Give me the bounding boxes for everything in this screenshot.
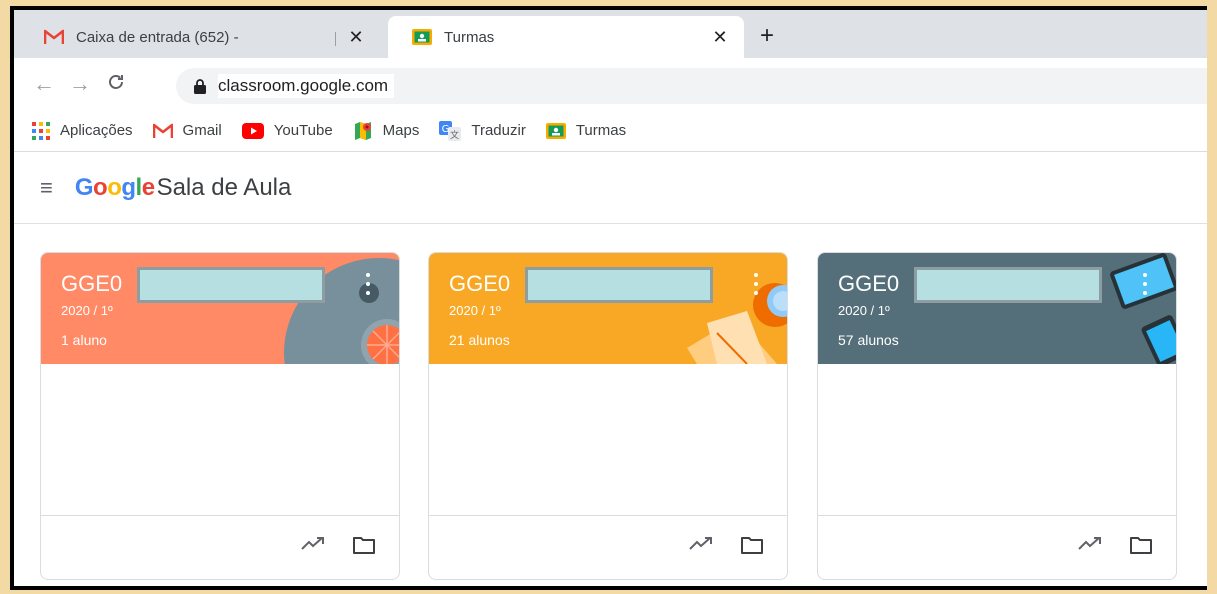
class-card-footer <box>429 515 787 579</box>
redaction-box <box>525 267 713 303</box>
class-card-footer <box>818 515 1176 579</box>
bookmark-maps[interactable]: Maps <box>353 121 420 141</box>
close-tab-button[interactable]: ✕ <box>346 27 366 48</box>
student-count: 1 aluno <box>61 332 107 348</box>
class-name[interactable]: GGE0 <box>61 271 122 297</box>
student-count: 57 alunos <box>838 332 899 348</box>
bookmark-youtube[interactable]: YouTube <box>241 122 333 139</box>
class-card[interactable]: GGE0 2020 / 1º 21 alunos <box>428 252 788 580</box>
bookmark-label: Aplicações <box>60 122 133 139</box>
logo-letter: g <box>121 173 136 201</box>
tab-title: Caixa de entrada (652) - <box>76 28 239 46</box>
class-name[interactable]: GGE0 <box>449 271 510 297</box>
browser-window: Caixa de entrada (652) - ✕ Turmas ✕ + ← … <box>14 10 1207 586</box>
bookmark-label: Gmail <box>182 122 222 139</box>
trending-up-icon[interactable] <box>301 536 325 557</box>
google-logo[interactable]: Google <box>75 174 155 202</box>
classroom-header: ≡ Google Sala de Aula <box>14 152 1207 224</box>
bookmark-label: Maps <box>382 122 420 139</box>
url-text: classroom.google.com <box>218 74 395 98</box>
bookmark-label: Traduzir <box>471 122 526 139</box>
logo-letter: o <box>93 173 108 201</box>
more-options-icon[interactable] <box>751 273 761 295</box>
maps-icon <box>353 121 373 141</box>
logo-letter: G <box>74 173 94 201</box>
class-name[interactable]: GGE0 <box>838 271 899 297</box>
apps-grid-icon <box>32 121 50 140</box>
tab-gmail[interactable]: Caixa de entrada (652) - ✕ <box>20 16 380 58</box>
svg-text:G: G <box>442 124 450 135</box>
tab-separator <box>335 32 336 46</box>
class-card-banner[interactable]: GGE0 2020 / 1º 1 aluno <box>41 253 399 364</box>
app-name: Sala de Aula <box>156 173 292 201</box>
svg-text:文: 文 <box>450 129 459 141</box>
classroom-icon <box>545 122 566 139</box>
class-card-banner[interactable]: GGE0 2020 / 1º 21 alunos <box>429 253 787 364</box>
bookmarks-bar: Aplicações Gmail YouTube Maps G文 Traduzi… <box>14 110 1207 152</box>
folder-icon[interactable] <box>1130 536 1152 559</box>
folder-icon[interactable] <box>353 536 375 559</box>
logo-letter: o <box>107 173 122 201</box>
reload-button[interactable] <box>98 71 134 97</box>
trending-up-icon[interactable] <box>689 536 713 557</box>
bookmark-gmail[interactable]: Gmail <box>152 122 222 139</box>
class-card-banner[interactable]: GGE0 2020 / 1º 57 alunos <box>818 253 1176 364</box>
gmail-icon <box>44 29 64 45</box>
redaction-box <box>137 267 325 303</box>
tab-title: Turmas <box>444 28 495 46</box>
class-section: 2020 / 1º <box>61 303 113 318</box>
lock-icon <box>194 78 206 94</box>
folder-icon[interactable] <box>741 536 763 559</box>
class-section: 2020 / 1º <box>838 303 890 318</box>
browser-toolbar: ← → classroom.google.com <box>14 58 1207 110</box>
bookmark-apps[interactable]: Aplicações <box>32 121 133 140</box>
more-options-icon[interactable] <box>1140 273 1150 295</box>
logo-letter: e <box>141 173 155 201</box>
back-button[interactable]: ← <box>26 71 62 97</box>
screenshot-frame: Caixa de entrada (652) - ✕ Turmas ✕ + ← … <box>10 6 1207 590</box>
trending-up-icon[interactable] <box>1078 536 1102 557</box>
translate-icon: G文 <box>439 120 462 141</box>
bookmark-label: YouTube <box>273 122 333 139</box>
bookmark-label: Turmas <box>575 122 627 139</box>
classroom-icon <box>412 29 432 45</box>
bookmark-turmas[interactable]: Turmas <box>545 122 627 139</box>
bookmark-translate[interactable]: G文 Traduzir <box>439 120 526 141</box>
class-card[interactable]: GGE0 2020 / 1º 1 aluno <box>40 252 400 580</box>
more-options-icon[interactable] <box>363 273 373 295</box>
gmail-icon <box>152 123 173 139</box>
address-bar[interactable]: classroom.google.com <box>176 68 1207 104</box>
class-section: 2020 / 1º <box>449 303 501 318</box>
reload-icon <box>109 75 123 89</box>
redaction-box <box>914 267 1102 303</box>
new-tab-button[interactable]: + <box>760 22 774 50</box>
forward-button[interactable]: → <box>62 71 98 97</box>
class-card[interactable]: GGE0 2020 / 1º 57 alunos <box>817 252 1177 580</box>
tab-turmas[interactable]: Turmas ✕ <box>388 16 744 58</box>
tab-strip: Caixa de entrada (652) - ✕ Turmas ✕ + <box>14 10 1207 58</box>
close-tab-button[interactable]: ✕ <box>710 27 730 48</box>
class-card-footer <box>41 515 399 579</box>
student-count: 21 alunos <box>449 332 510 348</box>
main-menu-button[interactable]: ≡ <box>40 175 53 201</box>
youtube-icon <box>241 122 264 139</box>
